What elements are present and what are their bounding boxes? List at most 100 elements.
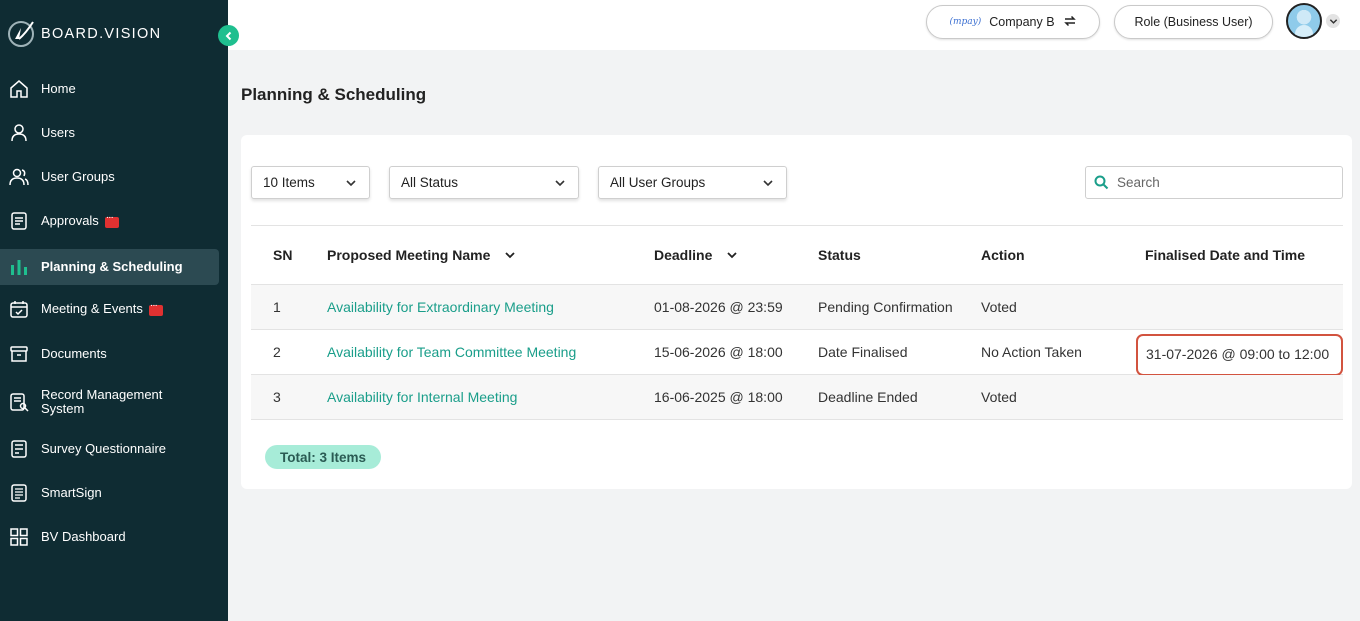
column-header-label: Action bbox=[981, 247, 1025, 263]
chevron-down-icon[interactable] bbox=[1326, 14, 1340, 28]
items-per-page-value: 10 Items bbox=[263, 175, 315, 190]
company-logo: (mpay) bbox=[949, 17, 982, 27]
column-header-label: Status bbox=[818, 247, 861, 263]
brand-logo[interactable]: BOARD.VISION bbox=[6, 18, 161, 50]
sidebar: BOARD.VISION Home Users User Groups Appr… bbox=[0, 0, 228, 621]
finalised-highlight-box: 31-07-2026 @ 09:00 to 12:00 bbox=[1136, 334, 1343, 376]
chart-bars-icon bbox=[8, 256, 30, 278]
chevron-down-icon bbox=[763, 180, 773, 187]
sidebar-item-home[interactable]: Home bbox=[0, 71, 219, 107]
calendar-check-icon bbox=[8, 298, 30, 320]
home-icon bbox=[8, 78, 30, 100]
sidebar-item-label: Planning & Scheduling bbox=[41, 259, 183, 274]
table-row: 2 Availability for Team Committee Meetin… bbox=[251, 330, 1343, 376]
swap-icon bbox=[1063, 14, 1077, 31]
sidebar-item-label: Users bbox=[41, 125, 75, 140]
avatar[interactable] bbox=[1286, 3, 1322, 39]
approval-icon bbox=[8, 210, 30, 232]
column-header-deadline[interactable]: Deadline bbox=[654, 247, 738, 263]
content-card: 10 Items All Status All User Groups SN P… bbox=[241, 135, 1352, 489]
cell-deadline: 15-06-2026 @ 18:00 bbox=[654, 344, 783, 360]
cell-sn: 1 bbox=[273, 299, 281, 315]
sidebar-item-users[interactable]: Users bbox=[0, 115, 219, 151]
company-name: Company B bbox=[989, 15, 1055, 29]
column-header-sn: SN bbox=[273, 247, 292, 263]
sidebar-item-label: Record Management System bbox=[41, 387, 163, 416]
cell-sn: 2 bbox=[273, 344, 281, 360]
board-vision-logo-icon bbox=[6, 19, 36, 49]
sidebar-item-planning-scheduling[interactable]: Planning & Scheduling bbox=[0, 249, 219, 285]
notification-badge-icon bbox=[104, 212, 119, 228]
cell-sn: 3 bbox=[273, 389, 281, 405]
cell-status: Pending Confirmation bbox=[818, 299, 953, 315]
column-header-label: Finalised Date and Time bbox=[1145, 247, 1306, 263]
cell-finalised: 31-07-2026 @ 09:00 to 12:00 bbox=[1146, 346, 1330, 362]
table-row: 3 Availability for Internal Meeting 16-0… bbox=[251, 375, 1343, 420]
search-icon bbox=[1094, 175, 1109, 190]
column-header-finalised: Finalised Date and Time bbox=[1145, 247, 1305, 263]
sidebar-item-label: Survey Questionnaire bbox=[41, 441, 167, 456]
user-group-icon bbox=[8, 166, 30, 188]
total-items-badge: Total: 3 Items bbox=[265, 445, 382, 469]
items-per-page-select[interactable]: 10 Items bbox=[251, 166, 370, 199]
notification-badge-icon bbox=[148, 300, 163, 316]
chevron-down-icon[interactable] bbox=[504, 249, 516, 261]
chevron-down-icon bbox=[346, 180, 356, 187]
role-label: Role (Business User) bbox=[1134, 15, 1253, 29]
column-header-label: SN bbox=[273, 247, 293, 263]
page-title: Planning & Scheduling bbox=[241, 85, 427, 104]
cell-status: Deadline Ended bbox=[818, 389, 918, 405]
sidebar-item-meeting-events[interactable]: Meeting & Events bbox=[0, 291, 219, 327]
sidebar-item-documents[interactable]: Documents bbox=[0, 336, 219, 372]
sidebar-item-smartsign[interactable]: SmartSign bbox=[0, 475, 219, 511]
top-bar: (mpay) Company B Role (Business User) bbox=[228, 0, 1360, 50]
table-header: SN Proposed Meeting Name Deadline Status… bbox=[251, 225, 1343, 285]
chevron-left-icon bbox=[225, 31, 231, 40]
cell-status: Date Finalised bbox=[818, 344, 908, 360]
meeting-name-link[interactable]: Availability for Team Committee Meeting bbox=[327, 344, 576, 360]
sidebar-item-approvals[interactable]: Approvals bbox=[0, 203, 219, 239]
column-header-label: Proposed Meeting Name bbox=[327, 247, 491, 263]
search-input[interactable] bbox=[1117, 175, 1337, 190]
sidebar-item-label: Home bbox=[41, 81, 76, 96]
column-header-meeting-name[interactable]: Proposed Meeting Name bbox=[327, 247, 516, 263]
sidebar-item-label: SmartSign bbox=[41, 485, 102, 500]
dashboard-grid-icon bbox=[8, 526, 30, 548]
archive-icon bbox=[8, 343, 30, 365]
survey-icon bbox=[8, 438, 30, 460]
brand-name: BOARD.VISION bbox=[41, 26, 162, 42]
column-header-status: Status bbox=[818, 247, 861, 263]
sidebar-collapse-button[interactable] bbox=[218, 25, 239, 46]
sidebar-item-record-management[interactable]: Record Management System bbox=[0, 384, 219, 420]
sidebar-item-label: Approvals bbox=[41, 213, 99, 228]
status-filter-select[interactable]: All Status bbox=[389, 166, 579, 199]
user-groups-filter-value: All User Groups bbox=[610, 175, 706, 190]
cell-action: Voted bbox=[981, 389, 1017, 405]
cell-action: Voted bbox=[981, 299, 1017, 315]
sidebar-item-user-groups[interactable]: User Groups bbox=[0, 159, 219, 195]
sidebar-item-survey[interactable]: Survey Questionnaire bbox=[0, 431, 219, 467]
chevron-down-icon[interactable] bbox=[726, 249, 738, 261]
meeting-name-link[interactable]: Availability for Internal Meeting bbox=[327, 389, 517, 405]
sidebar-item-label: BV Dashboard bbox=[41, 529, 126, 544]
column-header-label: Deadline bbox=[654, 247, 713, 263]
sidebar-item-label: Meeting & Events bbox=[41, 301, 143, 316]
cell-deadline: 01-08-2026 @ 23:59 bbox=[654, 299, 783, 315]
column-header-action: Action bbox=[981, 247, 1025, 263]
cell-deadline: 16-06-2025 @ 18:00 bbox=[654, 389, 783, 405]
cell-action: No Action Taken bbox=[981, 344, 1082, 360]
search-box bbox=[1085, 166, 1343, 199]
chevron-down-icon bbox=[555, 180, 565, 187]
status-filter-value: All Status bbox=[401, 175, 459, 190]
table-row: 1 Availability for Extraordinary Meeting… bbox=[251, 285, 1343, 330]
sidebar-item-label: Documents bbox=[41, 346, 107, 361]
meeting-name-link[interactable]: Availability for Extraordinary Meeting bbox=[327, 299, 554, 315]
smartsign-icon bbox=[8, 482, 30, 504]
user-groups-filter-select[interactable]: All User Groups bbox=[598, 166, 787, 199]
company-switcher-button[interactable]: (mpay) Company B bbox=[926, 5, 1100, 39]
sidebar-item-bv-dashboard[interactable]: BV Dashboard bbox=[0, 519, 219, 555]
role-switcher-button[interactable]: Role (Business User) bbox=[1114, 5, 1273, 39]
record-search-icon bbox=[8, 391, 30, 413]
sidebar-item-label: User Groups bbox=[41, 169, 115, 184]
user-icon bbox=[8, 122, 30, 144]
